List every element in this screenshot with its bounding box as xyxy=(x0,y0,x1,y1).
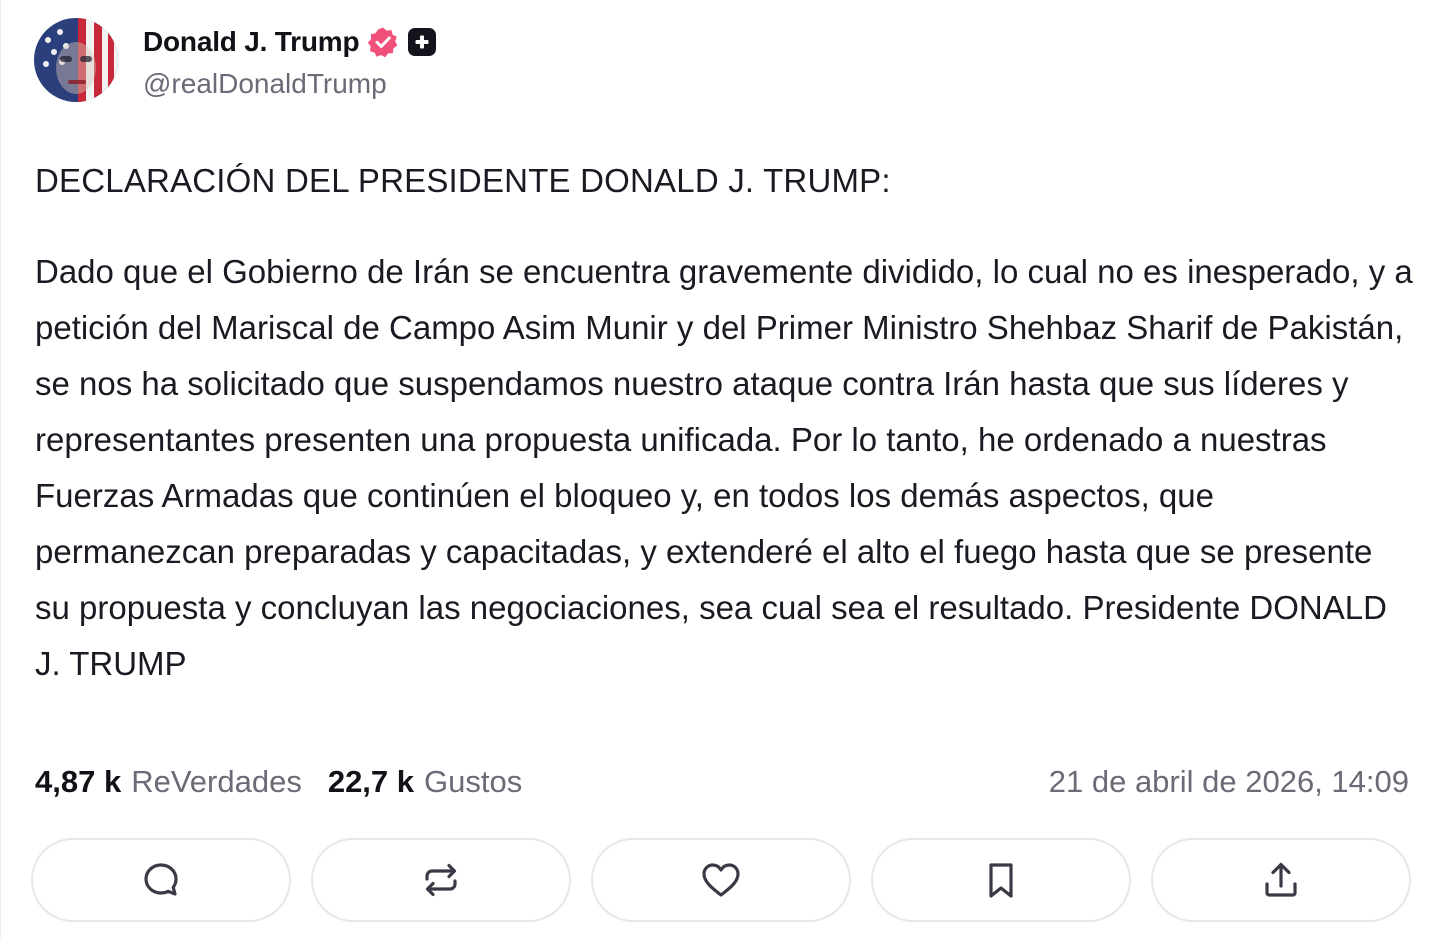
action-bar xyxy=(31,838,1411,922)
bookmark-button[interactable] xyxy=(871,838,1131,922)
post-card: Donald J. Trump @realDonaldTrump DECLARA… xyxy=(0,0,1440,938)
reposts-count[interactable]: 4,87 k xyxy=(35,764,121,800)
avatar[interactable] xyxy=(34,18,118,102)
post-timestamp[interactable]: 21 de abril de 2026, 14:09 xyxy=(1049,764,1409,800)
post-stats: 4,87 k ReVerdades 22,7 k Gustos xyxy=(35,764,522,800)
plus-badge-icon xyxy=(407,27,437,57)
heart-icon xyxy=(702,863,740,897)
author-display-name[interactable]: Donald J. Trump xyxy=(143,26,360,58)
share-button[interactable] xyxy=(1151,838,1411,922)
repost-button[interactable] xyxy=(311,838,571,922)
reply-icon xyxy=(144,863,178,896)
bookmark-icon xyxy=(989,863,1013,898)
reposts-label[interactable]: ReVerdades xyxy=(131,764,302,800)
post-heading: DECLARACIÓN DEL PRESIDENTE DONALD J. TRU… xyxy=(35,162,891,199)
verified-badge-icon xyxy=(367,26,399,58)
post-body: Dado que el Gobierno de Irán se encuentr… xyxy=(35,253,1413,682)
avatar-image xyxy=(34,18,118,102)
likes-count[interactable]: 22,7 k xyxy=(328,764,414,800)
like-button[interactable] xyxy=(591,838,851,922)
author-name-row: Donald J. Trump xyxy=(143,22,437,62)
author-handle[interactable]: @realDonaldTrump xyxy=(143,68,387,100)
share-icon xyxy=(1265,862,1297,897)
reply-button[interactable] xyxy=(31,838,291,922)
repost-icon xyxy=(425,863,457,897)
likes-label[interactable]: Gustos xyxy=(424,764,522,800)
